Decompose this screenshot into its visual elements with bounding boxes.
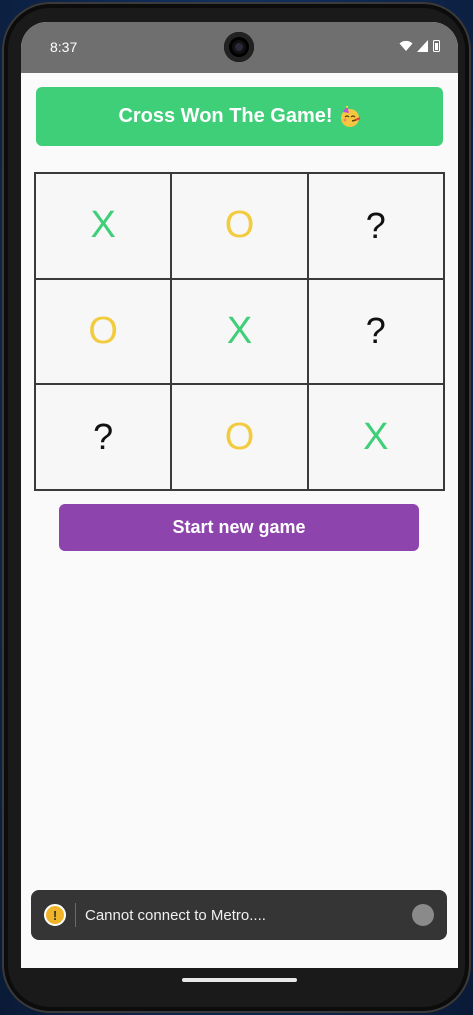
- board-cell[interactable]: X: [171, 278, 308, 385]
- status-bar: 8:37: [21, 22, 458, 73]
- battery-icon: [433, 40, 440, 52]
- board-cell[interactable]: O: [171, 384, 308, 490]
- status-icons: [399, 40, 440, 52]
- board-cell[interactable]: ?: [307, 278, 444, 385]
- home-indicator[interactable]: [182, 978, 297, 982]
- front-camera: [224, 32, 254, 62]
- toast-message: Cannot connect to Metro....: [85, 906, 266, 924]
- start-new-game-button[interactable]: Start new game: [59, 504, 419, 551]
- signal-icon: [417, 40, 428, 52]
- board-cell[interactable]: ?: [35, 384, 172, 490]
- metro-warning-toast[interactable]: ! Cannot connect to Metro....: [31, 890, 447, 940]
- phone-frame: 8:37 Cross Won The Game! X O ? O X ? ? O…: [2, 2, 471, 1013]
- board-cell[interactable]: O: [171, 173, 308, 279]
- partying-face-icon: [340, 105, 360, 127]
- app-screen: 8:37 Cross Won The Game! X O ? O X ? ? O…: [21, 22, 458, 968]
- board-cell[interactable]: X: [307, 384, 444, 490]
- warning-icon: !: [44, 904, 66, 926]
- winner-text: Cross Won The Game!: [118, 105, 333, 127]
- board-cell[interactable]: ?: [307, 173, 444, 279]
- wifi-icon: [399, 40, 413, 51]
- board-cell[interactable]: X: [35, 173, 172, 279]
- board-cell[interactable]: O: [35, 278, 172, 385]
- winner-banner: Cross Won The Game!: [36, 87, 443, 146]
- game-board: X O ? O X ? ? O X: [34, 172, 445, 491]
- status-time: 8:37: [50, 39, 78, 55]
- dismiss-icon[interactable]: [412, 904, 434, 926]
- toast-divider: [75, 903, 76, 927]
